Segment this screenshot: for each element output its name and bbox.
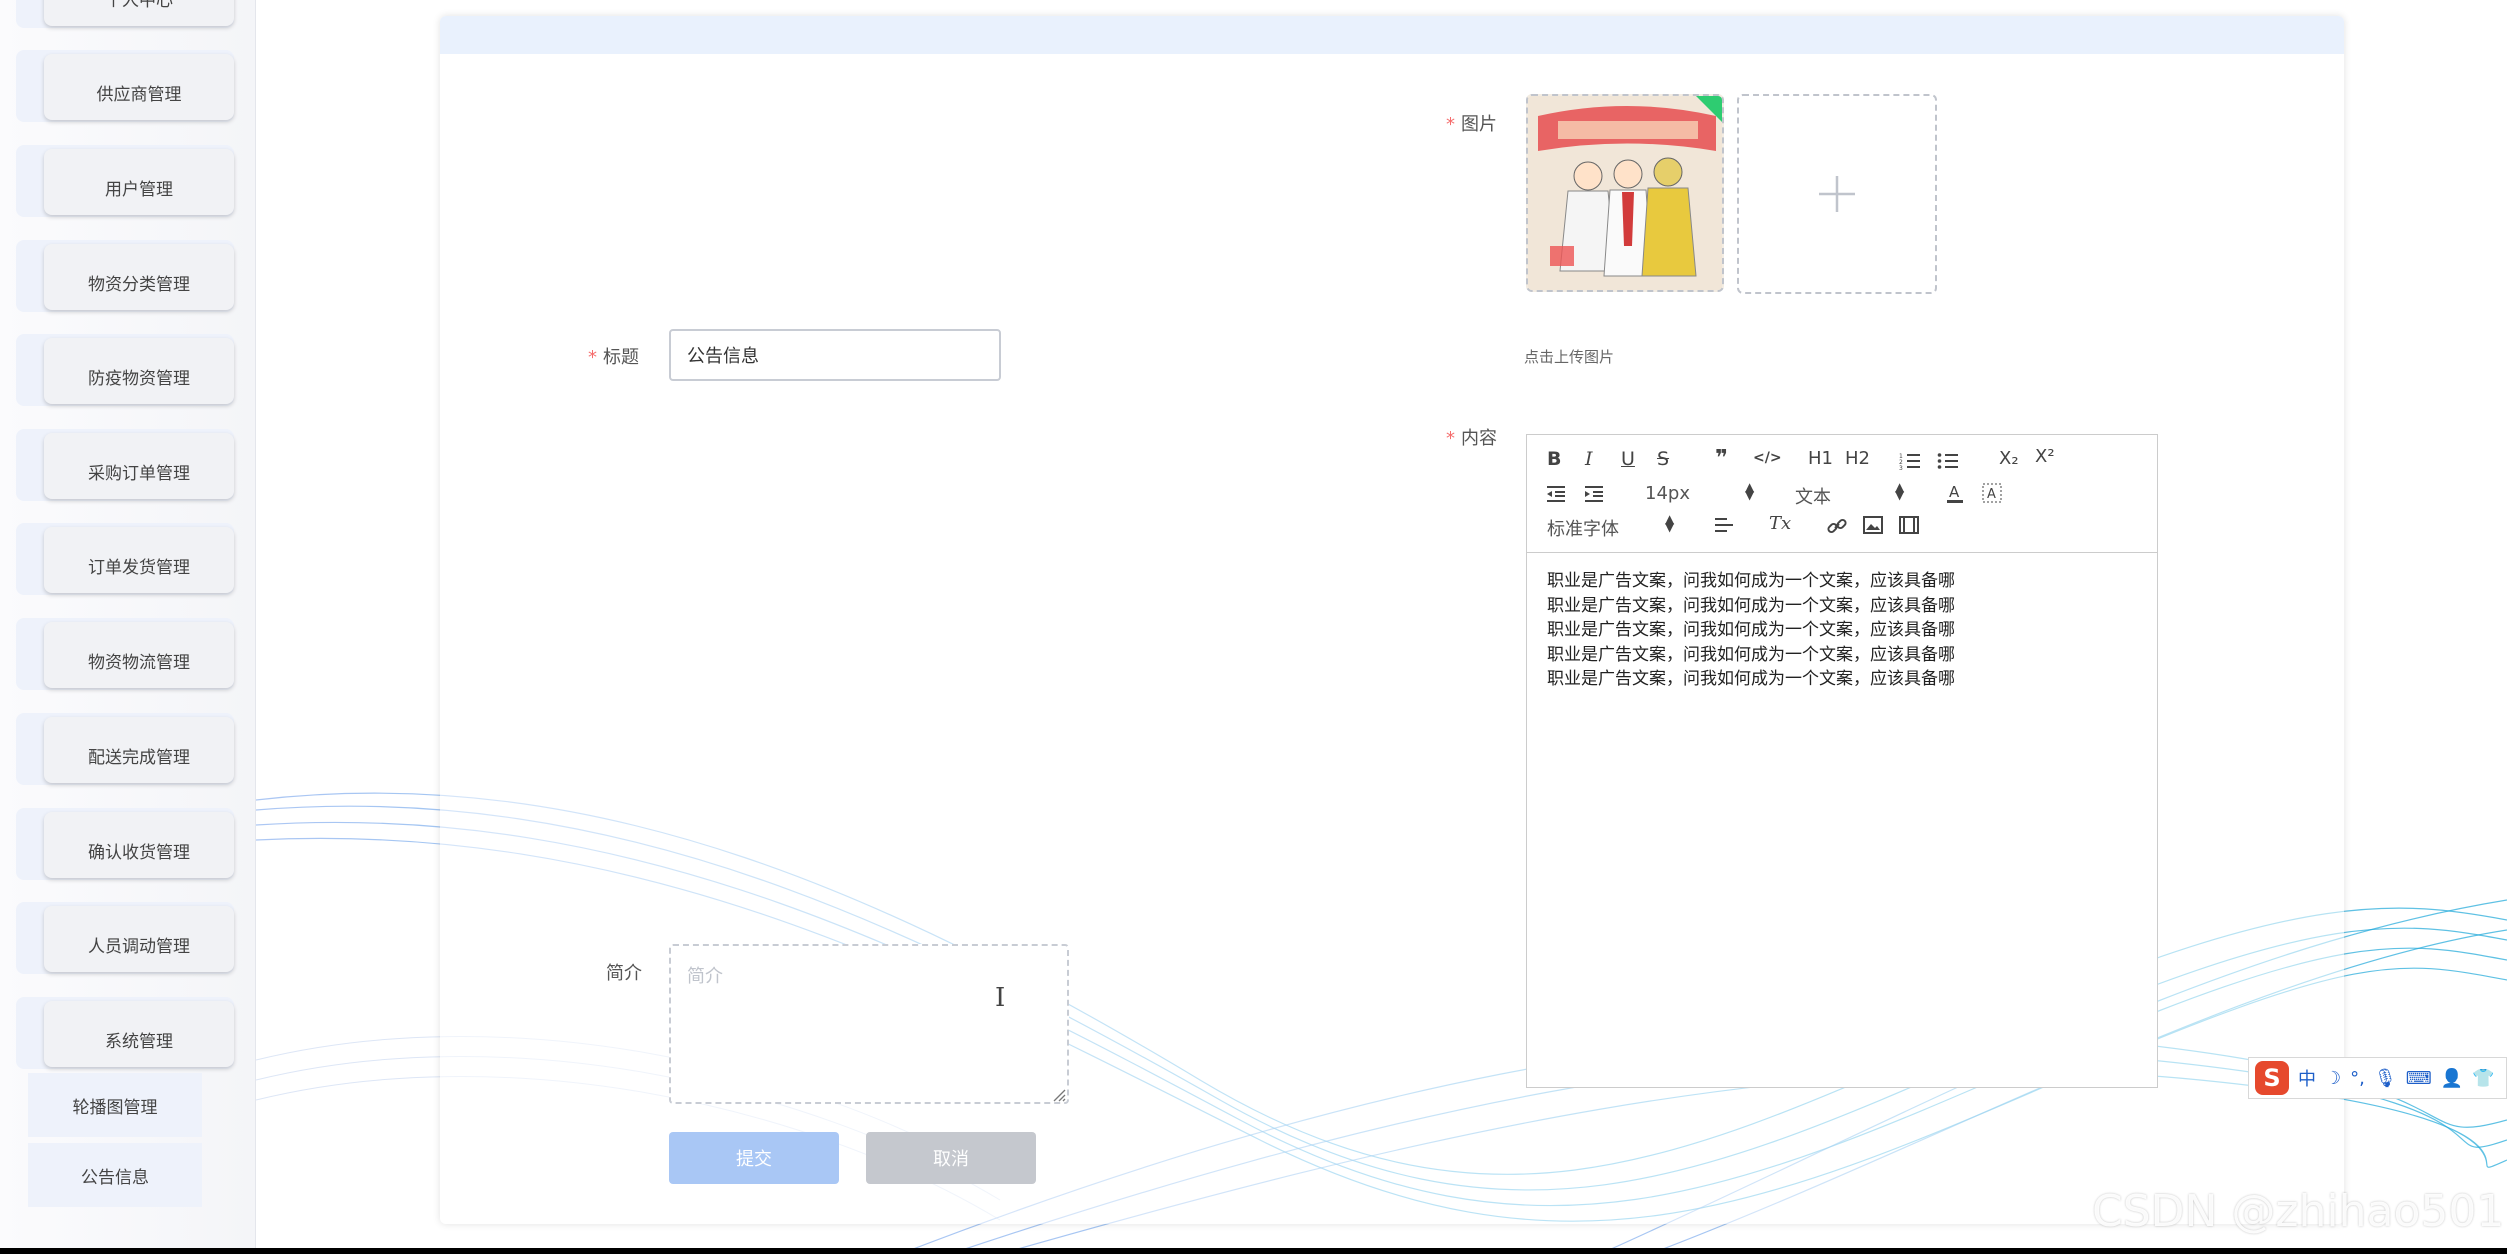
- code-block-button[interactable]: </>: [1753, 450, 1782, 466]
- sidebar-item-label: 采购订单管理: [44, 433, 234, 499]
- font-color-icon[interactable]: A: [1945, 482, 1965, 504]
- image-label: * 图片: [1446, 114, 1497, 135]
- sidebar-item-supplier[interactable]: 供应商管理: [16, 50, 234, 122]
- sidebar-item-label: 物资分类管理: [44, 244, 234, 310]
- sidebar-item-logistics[interactable]: 物资物流管理: [16, 618, 234, 690]
- align-icon[interactable]: [1713, 516, 1735, 534]
- header-arrow-icon: ▲ ▼: [1895, 480, 1905, 502]
- title-input[interactable]: [669, 329, 1001, 381]
- required-mark: *: [1446, 428, 1455, 449]
- sidebar-item-order-shipping[interactable]: 订单发货管理: [16, 523, 234, 595]
- intro-textarea[interactable]: [669, 944, 1069, 1104]
- sidebar-item-label: 订单发货管理: [44, 527, 234, 593]
- required-mark: *: [1446, 114, 1455, 135]
- card-header-strip: [440, 16, 2344, 54]
- ime-mode-indicator[interactable]: 中: [2298, 1065, 2316, 1091]
- svg-text:A: A: [1949, 483, 1960, 501]
- title-label: * 标题: [588, 347, 639, 368]
- svg-text:3: 3: [1899, 465, 1903, 470]
- sidebar-subitem-carousel[interactable]: 轮播图管理: [28, 1073, 202, 1137]
- sidebar-item-label: 个人中心: [44, 0, 234, 26]
- font-size-arrow-icon: ▲ ▼: [1745, 480, 1755, 502]
- subscript-button[interactable]: X₂: [1999, 448, 2019, 469]
- svg-text:A: A: [1987, 487, 1996, 502]
- bullet-list-icon[interactable]: [1937, 452, 1959, 470]
- font-family-arrow-icon: ▲ ▼: [1665, 512, 1675, 534]
- sidebar-item-material-category[interactable]: 物资分类管理: [16, 240, 234, 312]
- user-icon[interactable]: 👤: [2441, 1068, 2463, 1089]
- underline-button[interactable]: U: [1621, 448, 1635, 470]
- required-mark: *: [588, 347, 597, 368]
- submit-button[interactable]: 提交: [669, 1132, 839, 1184]
- video-insert-icon[interactable]: [1899, 516, 1919, 534]
- punctuation-icon[interactable]: °,: [2350, 1068, 2365, 1089]
- editor-toolbar: B I U S ❞ </> H1 H2 1 2 3 X₂ X² 14px ▲ ▼ …: [1527, 435, 2157, 553]
- sidebar-item-label: 用户管理: [44, 149, 234, 215]
- font-family-select[interactable]: 标准字体: [1547, 515, 1619, 541]
- link-icon[interactable]: [1827, 516, 1847, 536]
- sidebar-item-epidemic-supplies[interactable]: 防疫物资管理: [16, 334, 234, 406]
- illustration-image: [1528, 96, 1722, 290]
- image-insert-icon[interactable]: [1863, 516, 1883, 534]
- sidebar-item-user[interactable]: 用户管理: [16, 145, 234, 217]
- h2-button[interactable]: H2: [1845, 448, 1870, 469]
- rich-text-editor: B I U S ❞ </> H1 H2 1 2 3 X₂ X² 14px ▲ ▼ …: [1526, 434, 2158, 1088]
- sidebar-item-confirm-receipt[interactable]: 确认收货管理: [16, 808, 234, 880]
- intro-label: 简介: [606, 963, 642, 984]
- sidebar-item-delivery-complete[interactable]: 配送完成管理: [16, 713, 234, 785]
- editor-line: 职业是广告文案，问我如何成为一个文案，应该具备哪: [1547, 595, 1955, 616]
- indent-icon[interactable]: [1583, 485, 1605, 503]
- skin-icon[interactable]: 👕: [2472, 1068, 2494, 1089]
- content-label: * 内容: [1446, 428, 1497, 449]
- plus-icon: [1819, 176, 1855, 212]
- sogou-logo-icon: S: [2255, 1061, 2289, 1095]
- editor-line: 职业是广告文案，问我如何成为一个文案，应该具备哪: [1547, 644, 1955, 665]
- sidebar-item-label: 人员调动管理: [44, 906, 234, 972]
- h1-button[interactable]: H1: [1808, 448, 1833, 469]
- ime-toolbar[interactable]: S 中 ☽ °, 🎙 ⌨ 👤 👕: [2248, 1057, 2507, 1099]
- sidebar: 个人中心 供应商管理 用户管理 物资分类管理 防疫物资管理 采购订单管理 订单发…: [0, 0, 256, 1248]
- sidebar-item-label: 确认收货管理: [44, 812, 234, 878]
- microphone-icon[interactable]: 🎙: [2374, 1068, 2397, 1089]
- header-select[interactable]: 文本: [1795, 483, 1831, 509]
- uploaded-image-thumbnail[interactable]: [1526, 94, 1724, 292]
- sidebar-item-label: 物资物流管理: [44, 622, 234, 688]
- sidebar-item-personal-center[interactable]: 个人中心: [16, 0, 234, 28]
- text-cursor-icon: I: [995, 983, 1006, 1013]
- cancel-button[interactable]: 取消: [866, 1132, 1036, 1184]
- sidebar-item-system[interactable]: 系统管理: [16, 997, 234, 1069]
- outdent-icon[interactable]: [1545, 485, 1567, 503]
- sidebar-item-label: 配送完成管理: [44, 717, 234, 783]
- clear-format-button[interactable]: Tx: [1769, 513, 1791, 534]
- ordered-list-icon[interactable]: 1 2 3: [1899, 452, 1921, 470]
- bottom-edge: [0, 1248, 2507, 1254]
- keyboard-icon[interactable]: ⌨: [2406, 1068, 2432, 1089]
- upload-tip: 点击上传图片: [1524, 348, 1615, 366]
- italic-button[interactable]: I: [1585, 448, 1593, 470]
- editor-line: 职业是广告文案，问我如何成为一个文案，应该具备哪: [1547, 571, 1955, 591]
- background-color-icon[interactable]: A: [1981, 482, 2003, 504]
- strike-button[interactable]: S: [1657, 448, 1669, 470]
- upload-add-button[interactable]: [1737, 94, 1937, 294]
- resize-grip-icon[interactable]: [1052, 1088, 1066, 1102]
- font-size-select[interactable]: 14px: [1645, 483, 1690, 504]
- sidebar-item-label: 防疫物资管理: [44, 338, 234, 404]
- bold-button[interactable]: B: [1547, 448, 1561, 470]
- editor-content[interactable]: 职业是广告文案，问我如何成为一个文案，应该具备哪 职业是广告文案，问我如何成为一…: [1547, 569, 1955, 692]
- sidebar-item-purchase-order[interactable]: 采购订单管理: [16, 429, 234, 501]
- blockquote-button[interactable]: ❞: [1715, 446, 1728, 471]
- superscript-button[interactable]: X²: [2035, 446, 2055, 467]
- sidebar-item-label: 供应商管理: [44, 54, 234, 120]
- editor-line: 职业是广告文案，问我如何成为一个文案，应该具备哪: [1547, 620, 1955, 640]
- sidebar-item-label: 系统管理: [44, 1001, 234, 1067]
- editor-line: 职业是广告文案，问我如何成为一个文案，应该具备哪: [1547, 669, 1955, 689]
- sidebar-item-staff-transfer[interactable]: 人员调动管理: [16, 902, 234, 974]
- watermark: CSDN @zhihao501: [2092, 1186, 2505, 1237]
- moon-icon[interactable]: ☽: [2325, 1068, 2341, 1089]
- sidebar-subitem-announcement[interactable]: 公告信息: [28, 1143, 202, 1207]
